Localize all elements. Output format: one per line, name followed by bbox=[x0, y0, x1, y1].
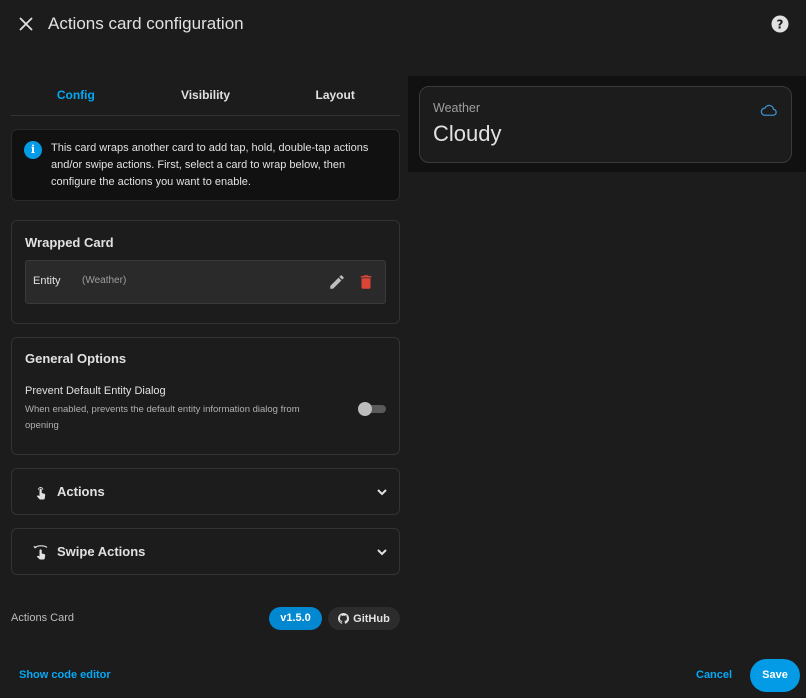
dialog-title: Actions card configuration bbox=[48, 14, 244, 33]
prevent-dialog-label: Prevent Default Entity Dialog bbox=[25, 385, 166, 397]
swipe-actions-expander[interactable]: Swipe Actions bbox=[11, 528, 400, 575]
wrapped-card-title: Wrapped Card bbox=[25, 235, 114, 250]
card-preview-panel: Weather Cloudy bbox=[408, 76, 806, 172]
wrapped-card-section: Wrapped Card Entity (Weather) bbox=[11, 220, 400, 324]
wrapped-card-row[interactable]: Entity (Weather) bbox=[25, 260, 386, 304]
info-alert: i This card wraps another card to add ta… bbox=[11, 129, 400, 201]
prevent-dialog-description: When enabled, prevents the default entit… bbox=[25, 404, 300, 431]
prevent-dialog-toggle[interactable] bbox=[358, 402, 386, 416]
actions-expander[interactable]: Actions bbox=[11, 468, 400, 515]
tab-visibility[interactable]: Visibility bbox=[141, 78, 271, 115]
edit-pencil-icon[interactable] bbox=[328, 273, 346, 291]
entity-label: Entity bbox=[33, 275, 61, 287]
tab-bar: Config Visibility Layout bbox=[11, 78, 400, 116]
close-button[interactable] bbox=[14, 12, 38, 36]
close-icon bbox=[19, 17, 33, 31]
gesture-swipe-icon bbox=[33, 545, 48, 560]
tab-config[interactable]: Config bbox=[11, 78, 141, 115]
chevron-down-icon bbox=[377, 549, 387, 556]
github-link[interactable]: GitHub bbox=[328, 607, 400, 630]
github-label: GitHub bbox=[353, 612, 390, 625]
toggle-knob bbox=[358, 402, 372, 416]
delete-icon[interactable] bbox=[357, 273, 375, 291]
github-icon bbox=[338, 613, 350, 624]
info-text: This card wraps another card to add tap,… bbox=[51, 142, 369, 188]
help-icon[interactable]: ? bbox=[771, 15, 789, 33]
version-badge: v1.5.0 bbox=[269, 607, 322, 630]
weather-card-title: Weather bbox=[433, 101, 481, 115]
cloud-icon bbox=[760, 104, 777, 116]
actions-label: Actions bbox=[57, 484, 105, 499]
save-button[interactable]: Save bbox=[750, 659, 800, 692]
cancel-button[interactable]: Cancel bbox=[696, 669, 732, 681]
tab-layout[interactable]: Layout bbox=[270, 78, 400, 115]
svg-text:?: ? bbox=[777, 18, 784, 32]
weather-state: Cloudy bbox=[433, 121, 502, 146]
card-name: Actions Card bbox=[11, 612, 74, 624]
gesture-tap-icon bbox=[36, 487, 46, 500]
chevron-down-icon bbox=[377, 489, 387, 496]
info-icon: i bbox=[24, 141, 42, 159]
show-code-editor-button[interactable]: Show code editor bbox=[19, 669, 111, 681]
weather-card-preview[interactable]: Weather Cloudy bbox=[419, 86, 792, 163]
dialog-header: Actions card configuration ? bbox=[0, 0, 806, 48]
swipe-actions-label: Swipe Actions bbox=[57, 544, 146, 559]
general-options-section: General Options Prevent Default Entity D… bbox=[11, 337, 400, 455]
entity-sub-label: (Weather) bbox=[82, 275, 127, 286]
general-options-title: General Options bbox=[25, 351, 127, 366]
